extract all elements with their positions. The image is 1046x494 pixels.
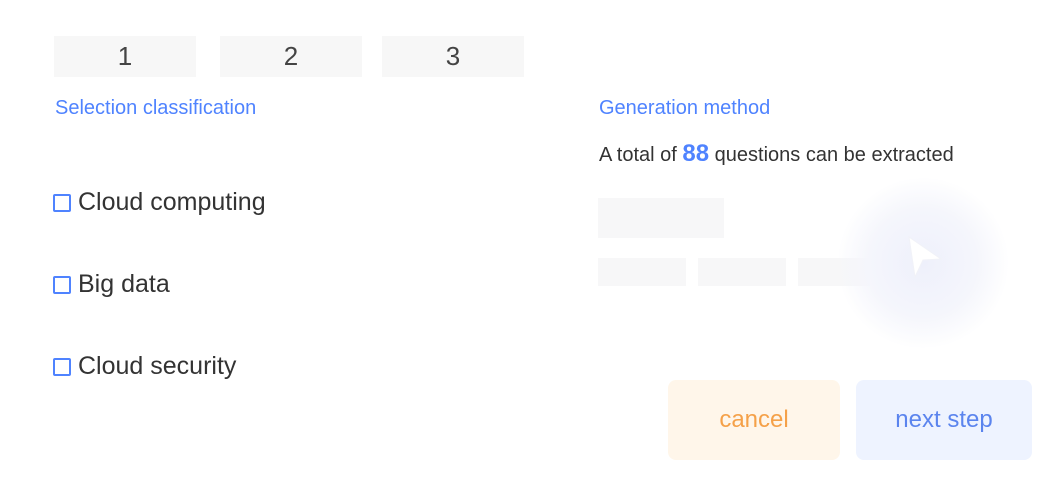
total-count: 88	[682, 140, 710, 167]
checkbox-icon[interactable]	[53, 357, 71, 376]
total-questions-text: A total of 88 questions can be extracted	[599, 140, 954, 168]
category-item-cloud-computing[interactable]: Cloud computing	[53, 188, 266, 217]
play-icon	[908, 235, 943, 279]
category-item-cloud-security[interactable]: Cloud security	[53, 352, 236, 381]
generation-method-title: Generation method	[599, 97, 771, 119]
category-item-big-data[interactable]: Big data	[53, 270, 170, 299]
checkbox-icon[interactable]	[53, 193, 71, 212]
step-1[interactable]: 1	[54, 36, 196, 77]
selection-classification-title: Selection classification	[55, 97, 257, 119]
category-label: Cloud security	[78, 352, 237, 380]
placeholder-option	[698, 258, 786, 286]
step-3[interactable]: 3	[382, 36, 524, 77]
total-suffix: questions can be extracted	[714, 144, 954, 166]
placeholder-option	[598, 258, 686, 286]
total-prefix: A total of	[599, 144, 677, 166]
category-label: Cloud computing	[78, 188, 266, 216]
category-label: Big data	[78, 270, 170, 298]
step-2[interactable]: 2	[220, 36, 362, 77]
next-step-button[interactable]: next step	[856, 380, 1032, 460]
cancel-button[interactable]: cancel	[668, 380, 840, 460]
checkbox-icon[interactable]	[53, 275, 71, 294]
placeholder-block	[598, 198, 724, 238]
